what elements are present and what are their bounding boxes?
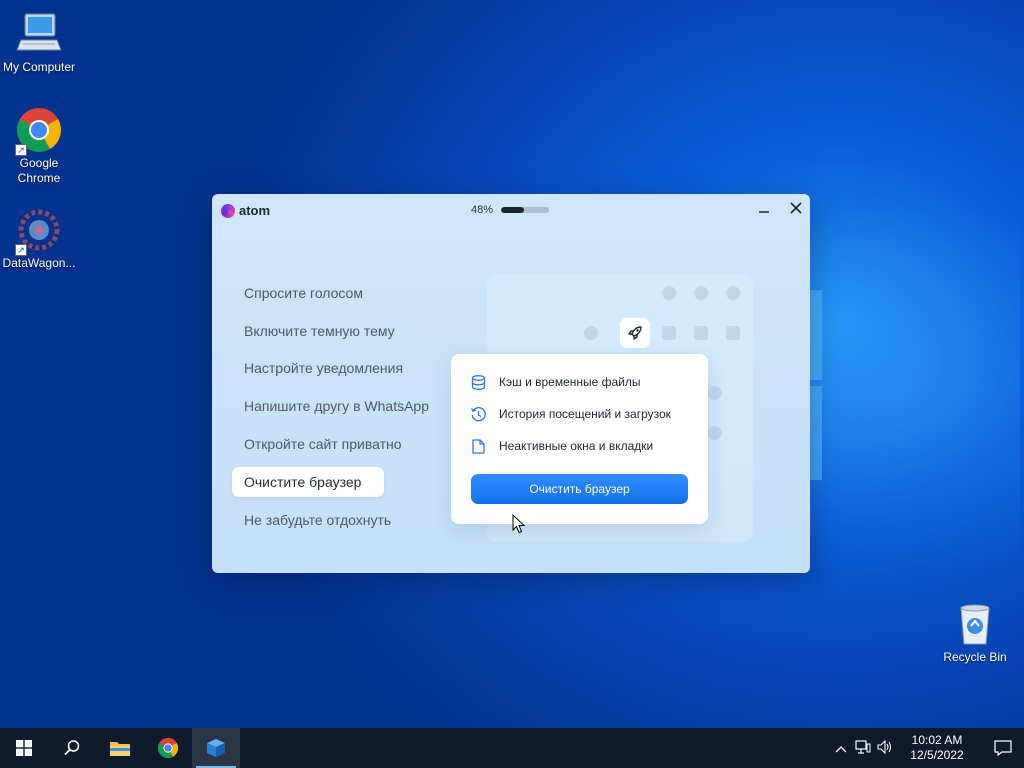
- chevron-up-icon[interactable]: [830, 741, 852, 756]
- chrome-icon: ↗: [15, 106, 63, 156]
- notification-icon: [994, 740, 1012, 756]
- datawagon-icon: ↗: [15, 206, 63, 256]
- system-tray: 10:02 AM 12/5/2022: [830, 728, 1024, 768]
- rocket-icon: [628, 326, 642, 340]
- card-item-label: Кэш и временные файлы: [499, 375, 641, 389]
- desktop-icon-label: My Computer: [2, 60, 76, 74]
- notification-center-button[interactable]: [982, 728, 1024, 768]
- folder-icon: [110, 742, 130, 756]
- computer-icon: [15, 10, 63, 58]
- clock-time: 10:02 AM: [911, 733, 963, 747]
- chrome-icon: [157, 737, 179, 759]
- search-button[interactable]: [48, 728, 96, 768]
- taskbar-clock[interactable]: 10:02 AM 12/5/2022: [902, 733, 972, 763]
- install-progress: 48%: [471, 204, 550, 216]
- desktop-icon-recycle-bin[interactable]: Recycle Bin: [936, 600, 1014, 665]
- file-explorer-button[interactable]: [96, 728, 144, 768]
- taskbar: 10:02 AM 12/5/2022: [0, 728, 1024, 768]
- search-icon: [64, 740, 80, 756]
- card-item-history: История посещений и загрузок: [470, 404, 671, 424]
- shortcut-arrow-icon: ↗: [15, 144, 27, 156]
- desktop-icon-my-computer[interactable]: My Computer: [0, 10, 78, 75]
- rocket-button[interactable]: [620, 318, 650, 348]
- progress-fill: [501, 207, 525, 213]
- card-item-cache: Кэш и временные файлы: [470, 372, 641, 392]
- minimize-button[interactable]: [755, 201, 773, 219]
- card-item-inactive-tabs: Неактивные окна и вкладки: [470, 436, 653, 456]
- installer-box-icon: [207, 739, 225, 757]
- page-icon: [472, 438, 485, 454]
- desktop-icon-label: Recycle Bin: [943, 650, 1007, 664]
- tip-clear-browser[interactable]: Очистите браузер: [232, 467, 384, 497]
- desktop-icon-label: DataWagon...: [2, 256, 76, 270]
- desktop-icon-chrome[interactable]: ↗ Google Chrome: [0, 106, 78, 186]
- database-icon: [471, 374, 486, 390]
- mouse-cursor-icon: [512, 513, 526, 539]
- app-logo-text: atom: [239, 203, 271, 218]
- progress-track: [501, 207, 550, 213]
- card-item-label: Неактивные окна и вкладки: [499, 439, 654, 453]
- volume-icon[interactable]: [874, 739, 896, 757]
- clear-browser-button[interactable]: Очистить браузер: [471, 474, 688, 504]
- history-icon: [470, 406, 486, 421]
- clear-browser-card: Кэш и временные файлы История посещений …: [451, 354, 708, 524]
- clock-date: 12/5/2022: [910, 748, 964, 762]
- shortcut-arrow-icon: ↗: [15, 244, 27, 256]
- tip-whatsapp[interactable]: Напишите другу в WhatsApp: [232, 391, 429, 421]
- atom-installer-taskbar-button[interactable]: [192, 728, 240, 768]
- network-icon[interactable]: [852, 739, 874, 757]
- card-item-label: История посещений и загрузок: [499, 407, 671, 421]
- desktop-icon-datawagon[interactable]: ↗ DataWagon...: [0, 206, 78, 271]
- mock-row: [487, 274, 753, 310]
- tip-notifications[interactable]: Настройте уведомления: [232, 353, 403, 383]
- start-button[interactable]: [0, 728, 48, 768]
- atom-logo-icon: [221, 203, 235, 218]
- tip-private[interactable]: Откройте сайт приватно: [232, 429, 402, 459]
- desktop-icon-label: Google Chrome: [17, 156, 61, 185]
- windows-logo-icon: [16, 740, 32, 756]
- progress-percent: 48%: [471, 204, 494, 216]
- wallpaper-beam: [810, 290, 822, 380]
- tip-rest[interactable]: Не забудьте отдохнуть: [232, 505, 392, 535]
- recycle-bin-icon: [951, 600, 999, 648]
- close-button[interactable]: [787, 201, 805, 219]
- app-logo: atom: [221, 203, 270, 218]
- tip-dark-theme[interactable]: Включите темную тему: [232, 316, 395, 346]
- chrome-taskbar-button[interactable]: [144, 728, 192, 768]
- tip-voice[interactable]: Спросите голосом: [232, 278, 392, 308]
- wallpaper-beam: [810, 386, 822, 480]
- atom-installer-window: atom 48% Спросите голосом Включите темну…: [212, 194, 810, 573]
